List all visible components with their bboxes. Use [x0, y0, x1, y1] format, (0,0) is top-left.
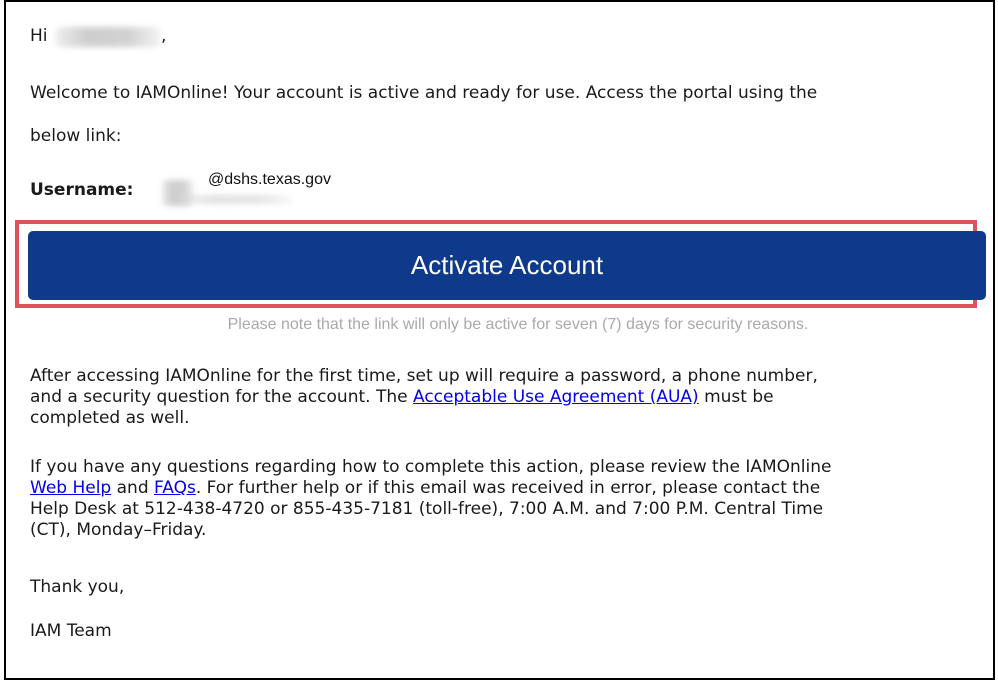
- aua-link[interactable]: Acceptable Use Agreement (AUA): [413, 387, 699, 407]
- help-line-2: Web Help and FAQs. For further help or i…: [30, 478, 980, 499]
- setup-line-2-pre: and a security question for the account.…: [30, 387, 413, 407]
- help-line-3: Help Desk at 512-438-4720 or 855-435-718…: [30, 499, 824, 519]
- activate-account-button[interactable]: Activate Account: [28, 231, 986, 300]
- setup-paragraph: After accessing IAMOnline for the first …: [30, 366, 980, 429]
- closing-thanks: Thank you,: [30, 577, 125, 597]
- setup-line-3: completed as well.: [30, 408, 190, 428]
- web-help-link[interactable]: Web Help: [30, 478, 111, 498]
- help-line-2-post: . For further help or if this email was …: [195, 478, 821, 498]
- welcome-line-2: below link:: [30, 126, 122, 146]
- setup-line-2-post: must be: [698, 387, 774, 407]
- help-line-4: (CT), Monday–Friday.: [30, 520, 207, 540]
- greeting: Hi: [30, 26, 48, 46]
- faqs-link[interactable]: FAQs: [154, 478, 196, 498]
- redacted-name: [56, 27, 160, 47]
- help-and-text: and: [111, 478, 155, 498]
- setup-line-2: and a security question for the account.…: [30, 387, 980, 408]
- help-line-1: If you have any questions regarding how …: [30, 457, 832, 477]
- greeting-prefix: Hi: [30, 26, 48, 46]
- greeting-suffix: ,: [161, 26, 167, 46]
- welcome-line-1: Welcome to IAMOnline! Your account is ac…: [30, 83, 818, 103]
- setup-line-1: After accessing IAMOnline for the first …: [30, 366, 818, 386]
- closing-signature: IAM Team: [30, 621, 112, 641]
- username-label: Username:: [30, 180, 134, 200]
- redacted-username-underline: [180, 195, 292, 204]
- username-domain: @dshs.texas.gov: [208, 171, 331, 188]
- link-expiry-note: Please note that the link will only be a…: [227, 316, 809, 333]
- help-paragraph: If you have any questions regarding how …: [30, 457, 980, 541]
